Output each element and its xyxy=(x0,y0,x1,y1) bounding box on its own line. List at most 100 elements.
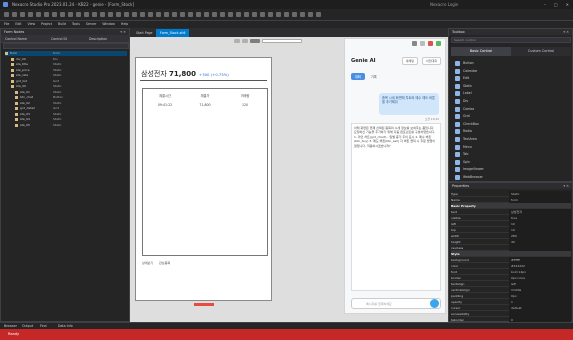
menu-item[interactable]: Build xyxy=(58,21,66,28)
zoom-box[interactable] xyxy=(250,39,260,43)
detail-link[interactable]: 상세보기 xyxy=(142,261,153,265)
scroll-marker[interactable] xyxy=(194,303,214,306)
tab-start-page[interactable]: Start Page xyxy=(132,29,157,37)
send-button[interactable] xyxy=(430,299,439,308)
chat-input[interactable]: 메시지를 입력하세요 xyxy=(351,298,441,309)
toolbar-button-icon[interactable] xyxy=(292,12,297,17)
properties-close-icon[interactable]: ▾ ✕ xyxy=(563,183,569,189)
col-control-name[interactable]: Control Name xyxy=(5,35,27,43)
col-control-id[interactable]: Control ID xyxy=(51,35,67,43)
expand-icon[interactable] xyxy=(436,41,441,46)
tree-node[interactable]: sta_rate Static xyxy=(5,73,127,78)
history-icon[interactable] xyxy=(420,41,425,46)
maximize-icon[interactable]: □ xyxy=(554,0,558,9)
nodes-column-header: Control Name Control ID Description xyxy=(1,35,129,43)
toolbar-button-icon[interactable] xyxy=(228,12,233,17)
tab-records[interactable]: 기록 xyxy=(367,73,381,80)
toolbar-button-icon[interactable] xyxy=(92,12,97,17)
new-chat-button[interactable]: 새채팅 xyxy=(401,57,418,65)
toolbar-button-icon[interactable] xyxy=(60,12,65,17)
toolbar-button-icon[interactable] xyxy=(116,12,121,17)
tree-node[interactable]: grd_detail Grid xyxy=(5,106,127,111)
toolbar-button-icon[interactable] xyxy=(20,12,25,17)
toolbar-button-icon[interactable] xyxy=(212,12,217,17)
tree-node[interactable]: form form xyxy=(5,51,127,56)
tree-node[interactable]: sta_01 Static xyxy=(5,90,127,95)
tree-node[interactable]: sta_05 Static xyxy=(5,123,127,128)
toolbar-button-icon[interactable] xyxy=(68,12,73,17)
tree-node[interactable]: sta_03 Static xyxy=(5,112,127,117)
toolbar-button-icon[interactable] xyxy=(188,12,193,17)
toolbar-button-icon[interactable] xyxy=(204,12,209,17)
tree-node[interactable]: sta_title Static xyxy=(5,62,127,67)
toolbar-button-icon[interactable] xyxy=(252,12,257,17)
tree-node[interactable]: sta_04 Static xyxy=(5,117,127,122)
toolbar-button-icon[interactable] xyxy=(196,12,201,17)
toolbar-button-icon[interactable] xyxy=(124,12,129,17)
menu-item[interactable]: Edit xyxy=(15,21,21,28)
toolbox-search-input[interactable]: Search control xyxy=(451,37,571,43)
tree-node[interactable]: btn_chat Button xyxy=(5,95,127,100)
price-grid[interactable]: 체결시간 체결가 거래량 09:41:22 71,800 120 xyxy=(142,88,268,256)
tab-custom-control[interactable]: Custom Control xyxy=(511,47,571,56)
tree-node[interactable]: sta_00 Static xyxy=(5,84,127,89)
toolbar-button-icon[interactable] xyxy=(236,12,241,17)
tree-node[interactable]: sta_price Static xyxy=(5,68,127,73)
toolbar-button-icon[interactable] xyxy=(28,12,33,17)
tab-form-stock[interactable]: Form_Stock.xfdl xyxy=(156,29,190,37)
toolbox-item[interactable]: WebBrowser xyxy=(455,173,483,182)
tree-node[interactable]: sta_02 Static xyxy=(5,101,127,106)
toolbar-button-icon[interactable] xyxy=(36,12,41,17)
history-button[interactable]: 이전대화 xyxy=(421,57,441,65)
canvas-tool-icon[interactable] xyxy=(234,39,240,43)
nodes-tree: form form div_00 Div sta_title Static sta_pric… xyxy=(5,51,129,171)
toolbar-button-icon[interactable] xyxy=(4,12,9,17)
canvas-tool-icon[interactable] xyxy=(242,39,248,43)
menu-item[interactable]: Tools xyxy=(72,21,80,28)
close-icon[interactable] xyxy=(428,41,433,46)
toolbar-button-icon[interactable] xyxy=(108,12,113,17)
toolbar-button-icon[interactable] xyxy=(180,12,185,17)
toolbar-button-icon[interactable] xyxy=(76,12,81,17)
toolbar-button-icon[interactable] xyxy=(308,12,313,17)
toolbar-button-icon[interactable] xyxy=(148,12,153,17)
canvas-search-input[interactable] xyxy=(262,39,302,43)
menu-item[interactable]: File xyxy=(4,21,9,28)
menu-item[interactable]: Help xyxy=(121,21,128,28)
toolbar-button-icon[interactable] xyxy=(100,12,105,17)
login-status[interactable]: Nexacro Login xyxy=(430,0,458,9)
toolbar-button-icon[interactable] xyxy=(164,12,169,17)
toolbox-close-icon[interactable]: ▾ ✕ xyxy=(563,29,569,35)
table-row[interactable]: 09:41:22 71,800 120 xyxy=(143,100,267,108)
toolbar-button-icon[interactable] xyxy=(52,12,57,17)
minimize-icon[interactable]: – xyxy=(544,0,546,9)
toolbar-button-icon[interactable] xyxy=(44,12,49,17)
toolbar-button-icon[interactable] xyxy=(268,12,273,17)
toolbar-button-icon[interactable] xyxy=(172,12,177,17)
toolbar-button-icon[interactable] xyxy=(284,12,289,17)
tree-node[interactable]: grd_list Grid xyxy=(5,79,127,84)
menu-item[interactable]: View xyxy=(28,21,36,28)
toolbar-button-icon[interactable] xyxy=(316,12,321,17)
toolbar-button-icon[interactable] xyxy=(132,12,137,17)
menu-item[interactable]: Window xyxy=(102,21,115,28)
watchlist-link[interactable]: 관심종목 xyxy=(159,261,170,265)
close-icon[interactable]: ✕ xyxy=(566,0,569,9)
toolbar-button-icon[interactable] xyxy=(140,12,145,17)
tree-node[interactable]: div_00 Div xyxy=(5,57,127,62)
toolbar-button-icon[interactable] xyxy=(244,12,249,17)
col-description[interactable]: Description xyxy=(89,35,107,43)
tab-chat[interactable]: 대화 xyxy=(351,73,365,80)
toolbar-button-icon[interactable] xyxy=(300,12,305,17)
toolbar-button-icon[interactable] xyxy=(12,12,17,17)
toolbar-button-icon[interactable] xyxy=(260,12,265,17)
settings-icon[interactable] xyxy=(412,41,417,46)
menu-item[interactable]: Server xyxy=(86,21,96,28)
toolbar-button-icon[interactable] xyxy=(220,12,225,17)
toolbar-button-icon[interactable] xyxy=(156,12,161,17)
menu-item[interactable]: Project xyxy=(41,21,52,28)
tab-basic-control[interactable]: Basic Control xyxy=(451,47,511,56)
toolbar-button-icon[interactable] xyxy=(84,12,89,17)
toolbar-button-icon[interactable] xyxy=(276,12,281,17)
nodes-filter-input[interactable] xyxy=(3,43,129,49)
